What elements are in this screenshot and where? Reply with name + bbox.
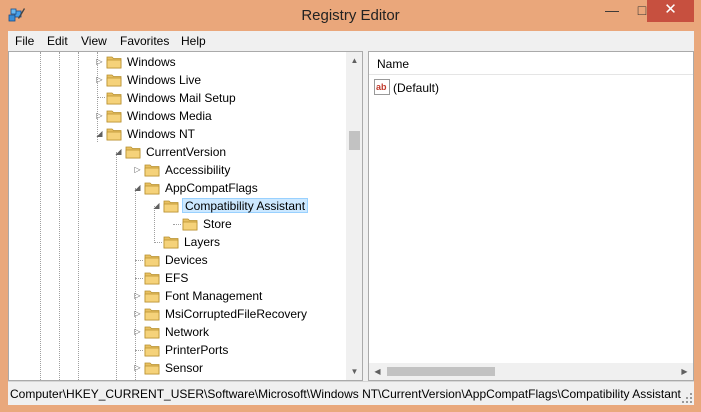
column-header-divider (369, 74, 693, 75)
folder-icon (144, 182, 160, 195)
collapse-arrow-icon[interactable]: ◢ (133, 183, 142, 193)
tree-guide-line (78, 52, 79, 380)
tree-guide-line (135, 188, 136, 380)
registry-path: Computer\HKEY_CURRENT_USER\Software\Micr… (10, 387, 681, 401)
tree-node-label: Windows Live (127, 73, 202, 87)
tree-node-label: Compatibility Assistant (182, 198, 309, 213)
status-bar: Computer\HKEY_CURRENT_USER\Software\Micr… (8, 381, 694, 405)
folder-icon (144, 290, 160, 303)
tree-guide-line (154, 206, 155, 243)
tree-guide-line (173, 224, 181, 225)
collapse-arrow-icon[interactable]: ◢ (152, 201, 161, 211)
tree-node-label: Windows NT (127, 127, 196, 141)
tree-guide-line (135, 278, 143, 279)
folder-icon (144, 344, 160, 357)
scroll-right-button[interactable]: ▶ (676, 363, 693, 380)
folder-icon (144, 326, 160, 339)
title-bar: Registry Editor — □ ✕ (0, 0, 701, 31)
resize-grip-icon[interactable] (682, 393, 692, 403)
expand-arrow-icon[interactable]: ▷ (133, 309, 142, 319)
folder-icon (163, 236, 179, 249)
expand-arrow-icon[interactable]: ▷ (95, 111, 104, 121)
tree-guide-line (116, 152, 117, 380)
scroll-down-button[interactable]: ▼ (346, 363, 362, 380)
tree-node-label: Devices (165, 253, 208, 267)
folder-icon (106, 56, 122, 69)
folder-icon (163, 200, 179, 213)
tree-guide-line (59, 52, 60, 380)
tree-node-label: AppCompatFlags (165, 181, 258, 195)
scroll-up-button[interactable]: ▲ (346, 52, 362, 69)
values-horizontal-scrollbar[interactable]: ◀ ▶ (369, 363, 693, 380)
value-name: (Default) (393, 81, 440, 95)
collapse-arrow-icon[interactable]: ◢ (114, 147, 123, 157)
expand-arrow-icon[interactable]: ▷ (95, 57, 104, 67)
string-value-icon: ab (374, 79, 390, 95)
tree-guide-line (40, 52, 41, 380)
values-list[interactable]: Name ab (Default) ◀ ▶ (368, 51, 694, 381)
folder-icon (106, 92, 122, 105)
menu-view[interactable]: View (81, 34, 107, 48)
close-button[interactable]: ✕ (647, 0, 694, 22)
expand-arrow-icon[interactable]: ▷ (95, 75, 104, 85)
tree-guide-line (97, 97, 105, 98)
tree-guide-line (154, 242, 162, 243)
menu-help[interactable]: Help (181, 34, 206, 48)
tree-vertical-scrollbar[interactable]: ▲ ▼ (346, 52, 362, 380)
tree-node-label: Accessibility (165, 163, 231, 177)
expand-arrow-icon[interactable]: ▷ (133, 363, 142, 373)
folder-icon (182, 218, 198, 231)
tree-node-label: Windows Media (127, 109, 212, 123)
folder-icon (144, 362, 160, 375)
values-scroll-thumb[interactable] (387, 367, 495, 376)
expand-arrow-icon[interactable]: ▷ (133, 165, 142, 175)
minimize-button[interactable]: — (597, 0, 627, 22)
menu-file[interactable]: File (15, 34, 34, 48)
collapse-arrow-icon[interactable]: ◢ (95, 129, 104, 139)
tree-node-label: MsiCorruptedFileRecovery (165, 307, 308, 321)
folder-icon (144, 164, 160, 177)
tree-node-label: EFS (165, 271, 189, 285)
column-header-name[interactable]: Name (377, 57, 409, 71)
svg-text:ab: ab (376, 82, 387, 92)
folder-icon (144, 254, 160, 267)
tree-node-label: CurrentVersion (146, 145, 227, 159)
tree-node-label: PrinterPorts (165, 343, 229, 357)
folder-icon (125, 146, 141, 159)
tree-guide-line (135, 260, 143, 261)
menu-bar: File Edit View Favorites Help (8, 31, 694, 51)
tree-node-label: Sensor (165, 361, 204, 375)
tree-node-label: Windows Mail Setup (127, 91, 236, 105)
folder-icon (106, 110, 122, 123)
menu-favorites[interactable]: Favorites (120, 34, 169, 48)
tree-node-label: Store (203, 217, 232, 231)
folder-icon (144, 272, 160, 285)
tree-node-label: Network (165, 325, 210, 339)
expand-arrow-icon[interactable]: ▷ (133, 327, 142, 337)
tree-guide-line (135, 350, 143, 351)
window-title: Registry Editor (301, 7, 400, 24)
folder-icon (106, 74, 122, 87)
tree-scroll-thumb[interactable] (349, 131, 360, 150)
folder-icon (106, 128, 122, 141)
folder-icon (144, 308, 160, 321)
scroll-left-button[interactable]: ◀ (369, 363, 386, 380)
expand-arrow-icon[interactable]: ▷ (133, 291, 142, 301)
tree-node-label: Windows (127, 55, 176, 69)
menu-edit[interactable]: Edit (47, 34, 68, 48)
registry-tree[interactable]: ▷ Windows ▷ Windows Live Windows Mail Setup ▷… (8, 51, 363, 381)
tree-node-label: Layers (184, 235, 221, 249)
tree-node-label: Font Management (165, 289, 263, 303)
